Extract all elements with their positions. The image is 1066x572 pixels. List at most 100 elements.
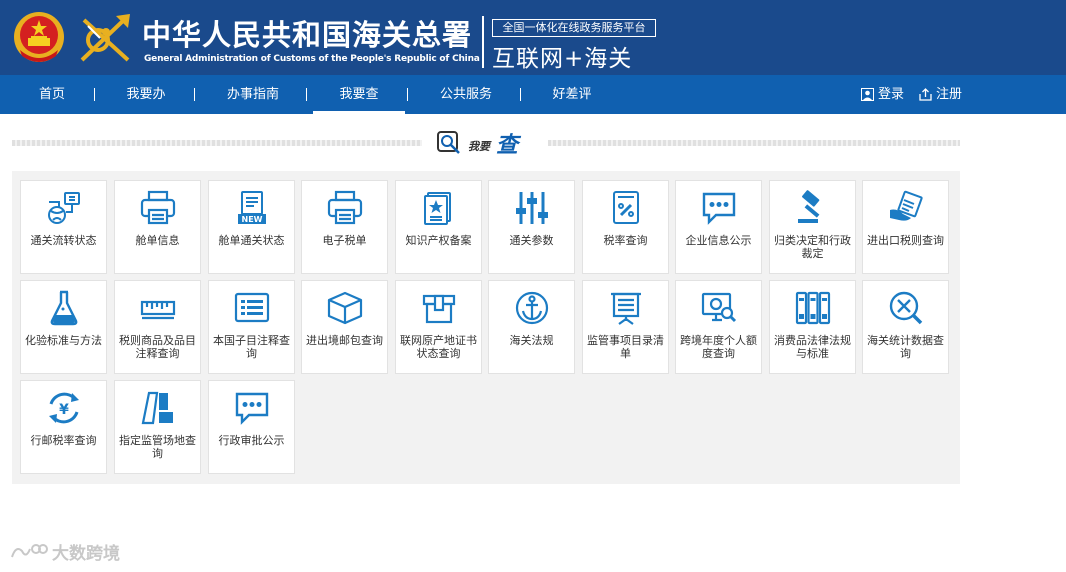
printer-icon <box>326 190 364 226</box>
watermark-logo-icon <box>11 543 48 557</box>
board-list-icon <box>607 290 645 326</box>
certificate-box-icon <box>420 290 458 326</box>
printer-icon <box>139 190 177 226</box>
search-icon <box>437 131 460 154</box>
login-label: 登录 <box>878 87 905 102</box>
tile-label: 税率查询 <box>603 234 648 247</box>
tile-label: 进出境邮包查询 <box>306 334 383 347</box>
user-icon <box>861 88 874 101</box>
site-title: 中华人民共和国海关总署 <box>142 18 473 52</box>
venue-icon <box>139 390 177 426</box>
tile-clearance-params[interactable]: 通关参数 <box>488 180 575 274</box>
tile-label: 指定监管场地查询 <box>119 434 196 460</box>
tile-lab-standards[interactable]: 化验标准与方法 <box>20 280 107 374</box>
tile-label: 消费品法律法规与标准 <box>774 334 851 360</box>
tile-label: 税则商品及品目注释查询 <box>119 334 196 360</box>
customs-logo-icon <box>76 10 134 68</box>
tile-postal-tax-rate[interactable]: ¥ 行邮税率查询 <box>20 380 107 474</box>
tile-label: 电子税单 <box>322 234 367 247</box>
tile-tariff-query[interactable]: 进出口税则查询 <box>862 180 949 274</box>
tile-e-tax-bill[interactable]: 电子税单 <box>301 180 388 274</box>
tile-clearance-status[interactable]: 通关流转状态 <box>20 180 107 274</box>
tile-label: 海关法规 <box>509 334 554 347</box>
tile-label: 舱单信息 <box>135 234 180 247</box>
search-tools-icon <box>887 290 925 326</box>
new-document-icon: NEW <box>233 190 271 226</box>
tile-label: 归类决定和行政裁定 <box>774 234 851 260</box>
tile-manifest-info[interactable]: 舱单信息 <box>114 180 201 274</box>
tile-cross-border-quota[interactable]: 跨境年度个人额度查询 <box>675 280 762 374</box>
section-title: 我要 查 <box>436 128 518 158</box>
tile-label: 舱单通关状态 <box>218 234 285 247</box>
tile-customs-regulations[interactable]: 海关法规 <box>488 280 575 374</box>
nav-item-public-service[interactable]: 公共服务 <box>432 75 500 114</box>
tile-label: 通关参数 <box>509 234 554 247</box>
nav-separator <box>306 88 307 101</box>
yuan-cycle-icon: ¥ <box>45 390 83 426</box>
tile-label: 通关流转状态 <box>30 234 97 247</box>
tile-label: 进出口税则查询 <box>867 234 944 247</box>
chat-bubble-icon <box>700 190 738 226</box>
tile-regulatory-list[interactable]: 监管事项目录清单 <box>582 280 669 374</box>
tile-postal-parcel[interactable]: 进出境邮包查询 <box>301 280 388 374</box>
page: 中华人民共和国海关总署 General Administration of Cu… <box>0 0 1066 572</box>
tile-tariff-notes[interactable]: 税则商品及品目注释查询 <box>114 280 201 374</box>
nav-separator <box>520 88 521 101</box>
nav-item-guide[interactable]: 办事指南 <box>218 75 288 114</box>
site-header: 中华人民共和国海关总署 General Administration of Cu… <box>0 0 1066 75</box>
tile-label: 行政审批公示 <box>218 434 285 447</box>
svg-text:¥: ¥ <box>59 402 69 418</box>
national-emblem-icon <box>12 10 66 66</box>
watermark: 大数跨境 <box>10 539 120 564</box>
query-grid: 通关流转状态 舱单信息 NEW 舱单通关状态 电子税单 知识产权备案 通关参数 … <box>12 171 960 484</box>
section-title-prefix: 我要 <box>468 140 490 153</box>
tile-origin-certificate[interactable]: 联网原产地证书状态查询 <box>395 280 482 374</box>
header-divider <box>482 16 484 68</box>
tax-rate-icon <box>607 190 645 226</box>
nav-item-rating[interactable]: 好差评 <box>546 75 598 114</box>
certificate-star-icon <box>420 190 458 226</box>
tile-tax-rate[interactable]: 税率查询 <box>582 180 669 274</box>
section-title-main: 查 <box>496 132 519 158</box>
register-link[interactable]: 注册 <box>919 75 962 114</box>
tile-label: 本国子目注释查询 <box>213 334 290 360</box>
tile-label: 联网原产地证书状态查询 <box>400 334 477 360</box>
svg-text:NEW: NEW <box>242 215 263 224</box>
platform-title: 互联网+海关 <box>492 46 633 72</box>
register-label: 注册 <box>936 87 963 102</box>
ruler-icon <box>139 290 177 326</box>
tile-national-subheading[interactable]: 本国子目注释查询 <box>208 280 295 374</box>
nav-separator <box>194 88 195 101</box>
site-title-english: General Administration of Customs of the… <box>144 54 480 64</box>
section-divider-right <box>548 140 960 146</box>
main-nav: 首页 我要办 办事指南 我要查 公共服务 好差评 登录 注册 <box>0 75 1066 114</box>
chat-bubble-icon <box>233 390 271 426</box>
hand-document-icon <box>887 190 925 226</box>
platform-subtitle: 全国一体化在线政务服务平台 <box>492 19 656 37</box>
tile-customs-statistics[interactable]: 海关统计数据查询 <box>862 280 949 374</box>
tile-designated-venue[interactable]: 指定监管场地查询 <box>114 380 201 474</box>
nav-item-query[interactable]: 我要查 <box>313 75 405 114</box>
flask-icon <box>45 290 83 326</box>
upload-icon <box>919 88 932 101</box>
tile-label: 知识产权备案 <box>405 234 472 247</box>
tile-label: 跨境年度个人额度查询 <box>680 334 757 360</box>
tile-label: 化验标准与方法 <box>25 334 102 347</box>
flow-status-icon <box>45 190 83 226</box>
nav-item-home[interactable]: 首页 <box>28 75 76 114</box>
tile-ip-record[interactable]: 知识产权备案 <box>395 180 482 274</box>
nav-separator <box>94 88 95 101</box>
binders-icon <box>794 290 832 326</box>
sliders-icon <box>513 190 551 226</box>
nav-separator <box>407 88 408 101</box>
tile-enterprise-info[interactable]: 企业信息公示 <box>675 180 762 274</box>
login-link[interactable]: 登录 <box>861 75 904 114</box>
list-card-icon <box>233 290 271 326</box>
tile-manifest-clearance[interactable]: NEW 舱单通关状态 <box>208 180 295 274</box>
tile-admin-approval[interactable]: 行政审批公示 <box>208 380 295 474</box>
gavel-icon <box>794 190 832 226</box>
nav-item-apply[interactable]: 我要办 <box>116 75 176 114</box>
tile-consumer-goods-law[interactable]: 消费品法律法规与标准 <box>769 280 856 374</box>
anchor-icon <box>513 290 551 326</box>
tile-classification-ruling[interactable]: 归类决定和行政裁定 <box>769 180 856 274</box>
